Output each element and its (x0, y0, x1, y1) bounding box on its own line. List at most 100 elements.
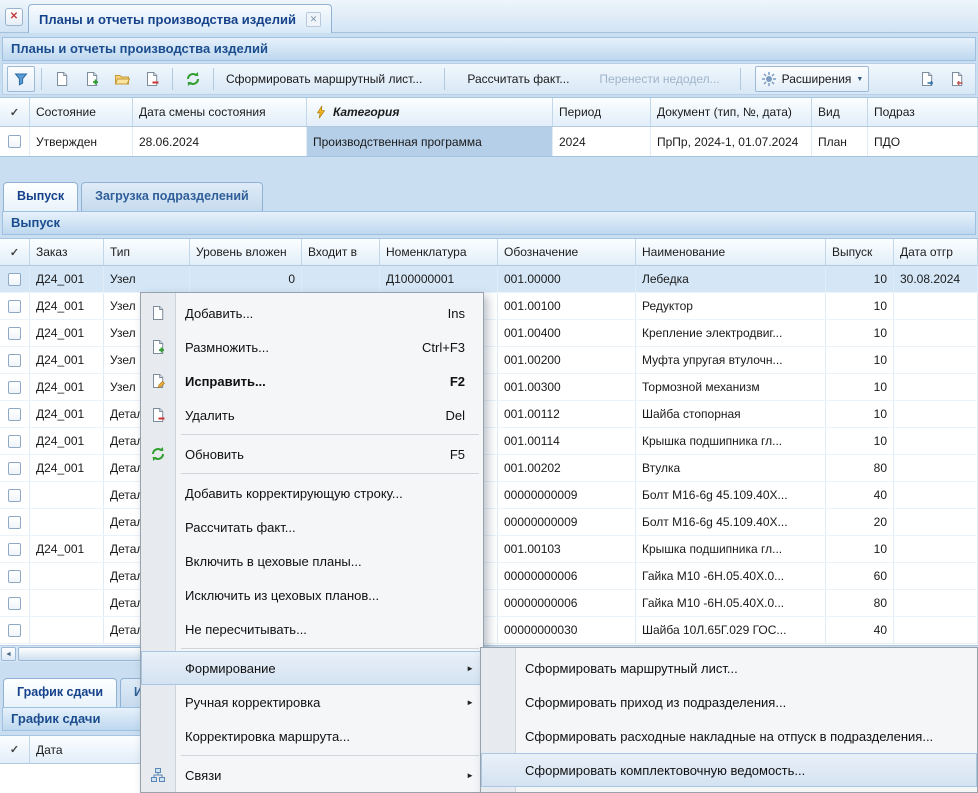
select-all-column-header[interactable]: ✓ (0, 239, 30, 265)
cell-oboz: 00000000009 (498, 482, 636, 508)
column-header-period[interactable]: Период (553, 98, 651, 126)
close-all-tabs-button[interactable]: ✕ (5, 8, 23, 26)
column-header-state-date[interactable]: Дата смены состояния (133, 98, 307, 126)
tab-zagruzka-podrazdelenij[interactable]: Загрузка подразделений (81, 182, 263, 211)
export-button[interactable] (913, 66, 941, 92)
cell-naim: Гайка М10 -6Н.05.40Х.0... (636, 563, 826, 589)
cell-oboz: 001.00400 (498, 320, 636, 346)
row-checkbox[interactable] (0, 428, 30, 454)
select-all-column-header[interactable]: ✓ (0, 98, 30, 126)
formirovanie-submenu: Сформировать маршрутный лист...Сформиров… (480, 647, 978, 793)
document-tab[interactable]: Планы и отчеты производства изделий ✕ (28, 4, 332, 33)
checkbox-icon (8, 300, 21, 313)
menu-item[interactable]: Связи► (141, 758, 483, 792)
checkbox-icon (8, 273, 21, 286)
row-checkbox[interactable] (0, 320, 30, 346)
column-header-order[interactable]: Заказ (30, 239, 104, 265)
menu-item[interactable]: УдалитьDel (141, 398, 483, 432)
import-button[interactable] (943, 66, 971, 92)
menu-item[interactable]: Включить в цеховые планы... (141, 544, 483, 578)
row-checkbox[interactable] (0, 347, 30, 373)
column-header-category[interactable]: Категория (307, 98, 553, 126)
cell-oboz: 001.00200 (498, 347, 636, 373)
menu-item[interactable]: Не пересчитывать... (141, 612, 483, 646)
filter-button[interactable] (7, 66, 35, 92)
menu-item[interactable]: Исправить...F2 (141, 364, 483, 398)
duplicate-button[interactable] (78, 66, 106, 92)
cell-naim: Тормозной механизм (636, 374, 826, 400)
menu-item[interactable]: Корректировка маршрута... (141, 719, 483, 753)
column-header-part-of[interactable]: Входит в (302, 239, 380, 265)
row-checkbox[interactable] (0, 127, 30, 156)
column-header-output[interactable]: Выпуск (826, 239, 894, 265)
checkbox-icon (8, 462, 21, 475)
add-button[interactable] (48, 66, 76, 92)
category-header-label: Категория (333, 105, 399, 119)
menu-item[interactable]: Исключить из цеховых планов... (141, 578, 483, 612)
menu-item[interactable]: Сформировать расходные накладные на отпу… (481, 719, 977, 753)
menu-item[interactable]: Формирование► (141, 651, 483, 685)
extensions-icon (761, 71, 777, 87)
row-checkbox[interactable] (0, 374, 30, 400)
move-unfinished-button[interactable]: Перенести недодел... (593, 66, 725, 92)
cell-zakaz: Д24_001 (30, 536, 104, 562)
column-header-ship-date[interactable]: Дата отгр (894, 239, 978, 265)
tab-close-icon[interactable]: ✕ (306, 12, 321, 27)
tab-vypusk[interactable]: Выпуск (3, 182, 78, 211)
table-row[interactable]: Д24_001Узел0Д100000001001.00000Лебедка10… (0, 266, 978, 293)
cell-category: Производственная программа (307, 127, 553, 156)
row-checkbox[interactable] (0, 536, 30, 562)
cell-subdivision: ПДО (868, 127, 978, 156)
cell-oboz: 00000000006 (498, 563, 636, 589)
table-row[interactable]: Утвержден 28.06.2024 Производственная пр… (0, 127, 978, 156)
menu-item[interactable]: ОбновитьF5 (141, 437, 483, 471)
select-all-column-header[interactable]: ✓ (0, 736, 30, 763)
column-header-subdivision[interactable]: Подраз (868, 98, 978, 126)
menu-item[interactable]: Сформировать маршрутный лист... (481, 651, 977, 685)
row-checkbox[interactable] (0, 482, 30, 508)
cell-kind: План (812, 127, 868, 156)
cell-data_otgr (894, 563, 978, 589)
column-header-nesting-level[interactable]: Уровень вложен (190, 239, 302, 265)
column-header-state[interactable]: Состояние (30, 98, 133, 126)
menu-item[interactable]: Добавить...Ins (141, 296, 483, 330)
extensions-button[interactable]: Расширения ▼ (755, 66, 870, 92)
delete-button[interactable] (138, 66, 166, 92)
menu-item-label: Формирование (185, 661, 471, 676)
column-header-designation[interactable]: Обозначение (498, 239, 636, 265)
menu-item[interactable]: Рассчитать факт... (141, 510, 483, 544)
menu-item[interactable]: Размножить...Ctrl+F3 (141, 330, 483, 364)
open-button[interactable] (108, 66, 136, 92)
cell-oboz: 00000000009 (498, 509, 636, 535)
cell-period: 2024 (553, 127, 651, 156)
column-header-type[interactable]: Тип (104, 239, 190, 265)
cell-oboz: 001.00300 (498, 374, 636, 400)
calculate-fact-button[interactable]: Рассчитать факт... (461, 66, 575, 92)
row-checkbox[interactable] (0, 455, 30, 481)
column-header-kind[interactable]: Вид (812, 98, 868, 126)
row-checkbox[interactable] (0, 509, 30, 535)
menu-item[interactable]: Сформировать комплектовочную ведомость..… (481, 753, 977, 787)
create-route-sheet-button[interactable]: Сформировать маршрутный лист... (220, 66, 428, 92)
middle-tabstrip: Выпуск Загрузка подразделений (3, 181, 263, 211)
refresh-icon (185, 71, 201, 87)
column-header-name[interactable]: Наименование (636, 239, 826, 265)
menu-item[interactable]: Добавить корректирующую строку... (141, 476, 483, 510)
menu-item[interactable]: Сформировать приход из подразделения... (481, 685, 977, 719)
tab-grafik-sdachi[interactable]: График сдачи (3, 678, 117, 707)
checkbox-icon (8, 408, 21, 421)
row-checkbox[interactable] (0, 266, 30, 292)
row-checkbox[interactable] (0, 293, 30, 319)
cell-data_otgr (894, 320, 978, 346)
row-checkbox[interactable] (0, 617, 30, 643)
scroll-left-button[interactable]: ◄ (1, 647, 16, 661)
column-header-document[interactable]: Документ (тип, №, дата) (651, 98, 812, 126)
row-checkbox[interactable] (0, 401, 30, 427)
row-checkbox[interactable] (0, 590, 30, 616)
cell-zakaz: Д24_001 (30, 374, 104, 400)
refresh-button[interactable] (179, 66, 207, 92)
row-checkbox[interactable] (0, 563, 30, 589)
toolbar-separator (444, 68, 445, 90)
column-header-nomenclature[interactable]: Номенклатура (380, 239, 498, 265)
menu-item[interactable]: Ручная корректировка► (141, 685, 483, 719)
